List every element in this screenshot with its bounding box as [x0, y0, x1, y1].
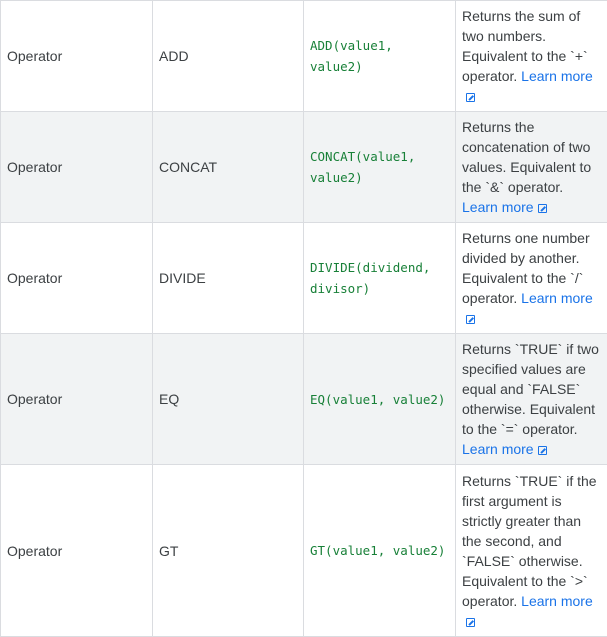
syntax-code: DIVIDE(dividend, divisor): [310, 260, 430, 296]
function-name-cell: ADD: [153, 1, 304, 112]
type-cell: Operator: [1, 1, 153, 112]
syntax-cell: CONCAT(value1, value2): [304, 112, 456, 223]
syntax-cell: DIVIDE(dividend, divisor): [304, 223, 456, 334]
table-row: Operator GT GT(value1, value2) Returns `…: [1, 465, 607, 637]
external-link-icon: [466, 618, 475, 627]
functions-table: Operator ADD ADD(value1, value2) Returns…: [0, 0, 607, 637]
syntax-cell: GT(value1, value2): [304, 465, 456, 637]
learn-more-label: Learn more: [462, 199, 534, 215]
table-row: Operator CONCAT CONCAT(value1, value2) R…: [1, 112, 607, 223]
learn-more-label: Learn more: [521, 290, 593, 306]
type-cell: Operator: [1, 223, 153, 334]
function-name-cell: DIVIDE: [153, 223, 304, 334]
external-link-icon: [538, 204, 547, 213]
learn-more-link[interactable]: Learn more: [462, 199, 547, 215]
table-row: Operator DIVIDE DIVIDE(dividend, divisor…: [1, 223, 607, 334]
syntax-code: CONCAT(value1, value2): [310, 149, 415, 185]
description-text: Returns the concatenation of two values.…: [462, 119, 591, 195]
syntax-cell: EQ(value1, value2): [304, 334, 456, 465]
function-name-cell: EQ: [153, 334, 304, 465]
learn-more-label: Learn more: [521, 68, 593, 84]
table-row: Operator EQ EQ(value1, value2) Returns `…: [1, 334, 607, 465]
description-cell: Returns the sum of two numbers. Equivale…: [456, 1, 607, 112]
table-row: Operator ADD ADD(value1, value2) Returns…: [1, 1, 607, 112]
description-cell: Returns the concatenation of two values.…: [456, 112, 607, 223]
learn-more-label: Learn more: [521, 593, 593, 609]
description-text: Returns `TRUE` if the first argument is …: [462, 473, 597, 609]
function-name-cell: CONCAT: [153, 112, 304, 223]
external-link-icon: [466, 315, 475, 324]
type-cell: Operator: [1, 465, 153, 637]
external-link-icon: [466, 93, 475, 102]
syntax-code: ADD(value1, value2): [310, 38, 393, 74]
external-link-icon: [538, 446, 547, 455]
description-cell: Returns one number divided by another. E…: [456, 223, 607, 334]
learn-more-label: Learn more: [462, 441, 534, 457]
description-text: Returns `TRUE` if two specified values a…: [462, 341, 599, 437]
type-cell: Operator: [1, 112, 153, 223]
syntax-cell: ADD(value1, value2): [304, 1, 456, 112]
description-cell: Returns `TRUE` if two specified values a…: [456, 334, 607, 465]
syntax-code: GT(value1, value2): [310, 543, 445, 558]
function-name-cell: GT: [153, 465, 304, 637]
type-cell: Operator: [1, 334, 153, 465]
syntax-code: EQ(value1, value2): [310, 392, 445, 407]
description-cell: Returns `TRUE` if the first argument is …: [456, 465, 607, 637]
learn-more-link[interactable]: Learn more: [462, 441, 547, 457]
